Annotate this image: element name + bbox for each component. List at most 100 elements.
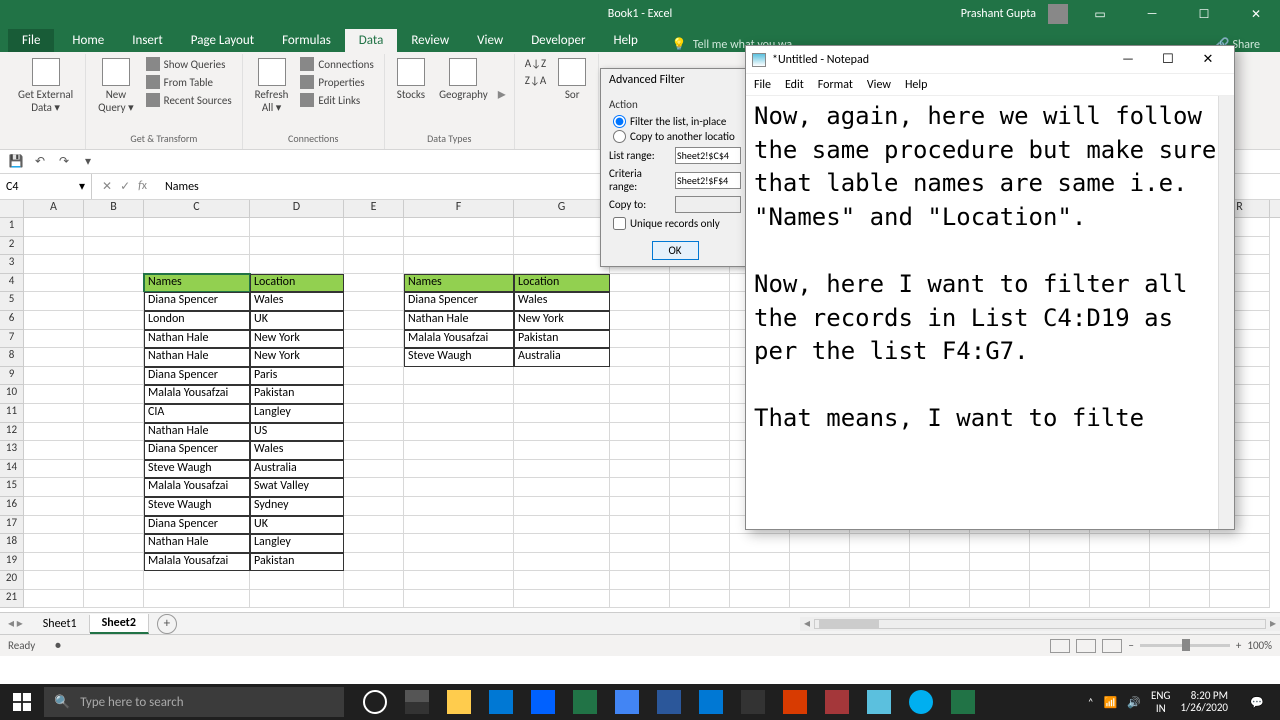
cell[interactable]: London <box>144 311 250 330</box>
tab-home[interactable]: Home <box>58 29 118 52</box>
cell[interactable] <box>670 292 730 311</box>
filter-inplace-radio[interactable] <box>613 115 626 128</box>
cell[interactable] <box>24 348 84 367</box>
criteria-range-input[interactable] <box>675 172 741 189</box>
cell[interactable] <box>970 553 1030 572</box>
cell[interactable] <box>970 571 1030 590</box>
cell[interactable] <box>610 553 670 572</box>
notepad-text-area[interactable]: Now, again, here we will follow the same… <box>746 96 1234 529</box>
zoom-slider[interactable] <box>1140 644 1230 647</box>
cell[interactable] <box>1150 571 1210 590</box>
cell[interactable] <box>1030 590 1090 609</box>
cell[interactable]: Wales <box>250 441 344 460</box>
cell[interactable]: Location <box>514 274 610 293</box>
qat-more[interactable]: ▾ <box>80 154 96 170</box>
cell[interactable] <box>344 460 404 479</box>
stocks-button[interactable]: Stocks <box>393 56 429 103</box>
cell[interactable]: Nathan Hale <box>144 423 250 442</box>
cell[interactable] <box>910 534 970 553</box>
cell[interactable] <box>730 534 790 553</box>
enter-icon[interactable]: ✓ <box>120 179 130 194</box>
cell[interactable] <box>730 571 790 590</box>
cell[interactable] <box>144 237 250 256</box>
cell[interactable] <box>344 255 404 274</box>
close-button[interactable]: ✕ <box>1236 0 1276 28</box>
cell[interactable] <box>670 553 730 572</box>
cell[interactable] <box>404 255 514 274</box>
save-button[interactable]: 💾 <box>8 154 24 170</box>
cell[interactable]: Swat Valley <box>250 478 344 497</box>
cell[interactable]: CIA <box>144 404 250 423</box>
cell[interactable] <box>84 516 144 535</box>
zoom-out-button[interactable]: − <box>1128 639 1133 652</box>
tab-file[interactable]: File <box>8 29 54 52</box>
tab-developer[interactable]: Developer <box>517 29 599 52</box>
cell[interactable]: Langley <box>250 534 344 553</box>
row-header[interactable]: 4 <box>0 274 24 293</box>
cell[interactable] <box>670 441 730 460</box>
cell[interactable]: UK <box>250 311 344 330</box>
cell[interactable] <box>1090 590 1150 609</box>
cell[interactable] <box>1150 534 1210 553</box>
tray-chevron-icon[interactable]: ˄ <box>1088 696 1094 709</box>
skype-icon[interactable] <box>900 684 942 720</box>
cell[interactable] <box>610 330 670 349</box>
cell[interactable] <box>404 237 514 256</box>
sort-az-button[interactable]: A↓Z <box>523 56 548 71</box>
action-center-icon[interactable]: 💬 <box>1238 684 1276 720</box>
cell[interactable] <box>1030 534 1090 553</box>
cell[interactable]: Diana Spencer <box>144 292 250 311</box>
cell[interactable] <box>610 516 670 535</box>
cell[interactable] <box>344 311 404 330</box>
geography-button[interactable]: Geography <box>435 56 492 103</box>
cell[interactable] <box>514 423 610 442</box>
cell[interactable] <box>404 441 514 460</box>
tab-view[interactable]: View <box>463 29 517 52</box>
macro-record-icon[interactable]: ⏺ <box>55 639 61 653</box>
notepad-menu-format[interactable]: Format <box>818 78 853 92</box>
row-header[interactable]: 11 <box>0 404 24 423</box>
cell[interactable] <box>514 218 610 237</box>
cell[interactable] <box>1210 534 1270 553</box>
horizontal-scrollbar[interactable]: ◂▸ <box>800 617 1280 631</box>
cell[interactable] <box>850 571 910 590</box>
cell[interactable] <box>1210 571 1270 590</box>
row-header[interactable]: 18 <box>0 534 24 553</box>
cell[interactable] <box>24 423 84 442</box>
connections-button[interactable]: Connections <box>298 56 375 72</box>
cell[interactable] <box>24 534 84 553</box>
sheet-nav[interactable]: ◂ ▸ <box>0 616 31 631</box>
cell[interactable] <box>790 553 850 572</box>
row-header[interactable]: 21 <box>0 590 24 609</box>
cell[interactable] <box>610 460 670 479</box>
cell[interactable] <box>670 367 730 386</box>
cell[interactable] <box>24 385 84 404</box>
sheet-tab-1[interactable]: Sheet1 <box>31 615 90 633</box>
row-header[interactable]: 8 <box>0 348 24 367</box>
notepad-titlebar[interactable]: *Untitled - Notepad — ☐ ✕ <box>746 46 1234 74</box>
col-header-D[interactable]: D <box>250 200 344 217</box>
cell[interactable] <box>250 237 344 256</box>
cell[interactable]: Nathan Hale <box>144 330 250 349</box>
cell[interactable] <box>24 330 84 349</box>
cell[interactable] <box>84 311 144 330</box>
taskbar-access-icon[interactable] <box>816 684 858 720</box>
cell[interactable]: Names <box>144 274 250 293</box>
col-header-C[interactable]: C <box>144 200 250 217</box>
cell[interactable] <box>610 478 670 497</box>
col-header-A[interactable]: A <box>24 200 84 217</box>
row-header[interactable]: 17 <box>0 516 24 535</box>
recent-sources-button[interactable]: Recent Sources <box>144 92 234 108</box>
cell[interactable] <box>670 460 730 479</box>
cell[interactable]: Sydney <box>250 497 344 516</box>
cell[interactable]: Diana Spencer <box>144 367 250 386</box>
cell[interactable]: Diana Spencer <box>144 516 250 535</box>
notepad-maximize[interactable]: ☐ <box>1148 47 1188 73</box>
cell[interactable]: Steve Waugh <box>144 460 250 479</box>
cell[interactable] <box>514 553 610 572</box>
notepad-scrollbar[interactable] <box>1218 96 1234 529</box>
cell[interactable] <box>404 423 514 442</box>
row-header[interactable]: 19 <box>0 553 24 572</box>
col-header-G[interactable]: G <box>514 200 610 217</box>
snip-icon[interactable] <box>774 684 816 720</box>
